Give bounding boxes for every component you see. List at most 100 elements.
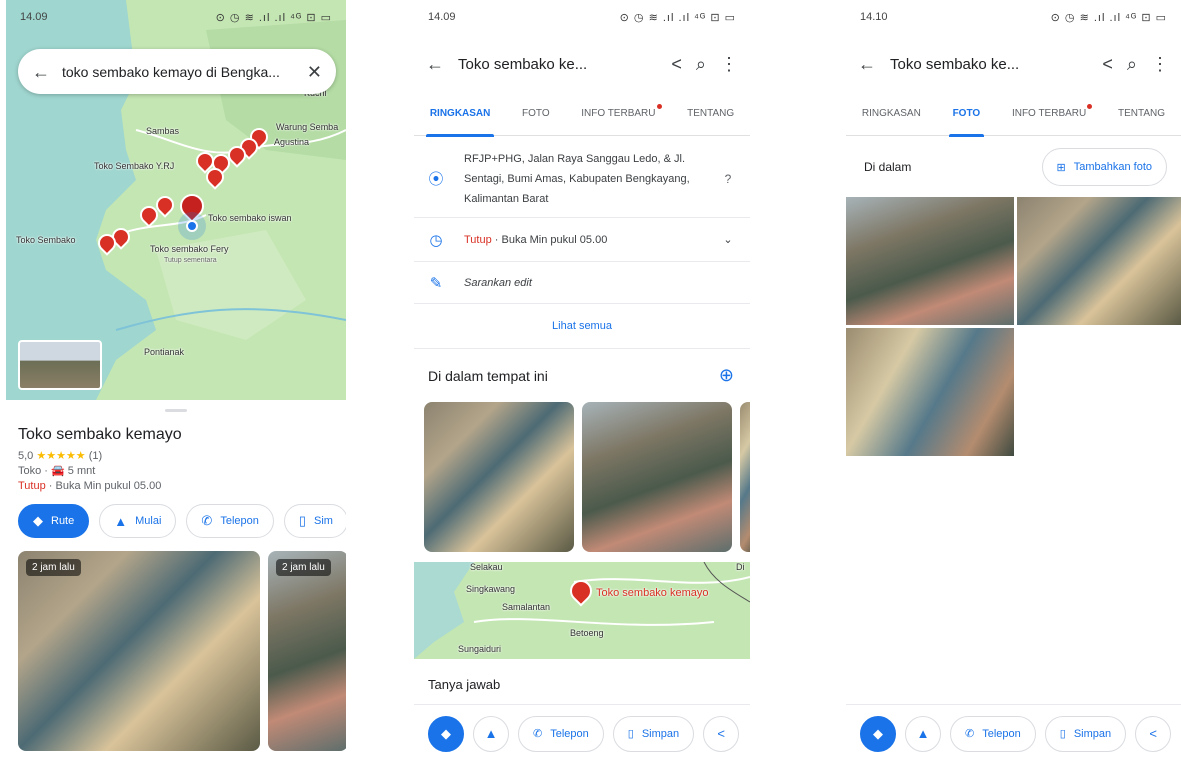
tab-photos[interactable]: FOTO [518,92,554,136]
share-icon: < [1149,726,1157,741]
opening-hours: · Buka Min pukul 05.00 [494,233,608,246]
pencil-icon: ✎ [429,274,443,292]
tab-overview[interactable]: RINGKASAN [858,92,925,136]
search-input[interactable]: toko sembako kemayo di Bengka... [62,64,295,80]
status-icons: ⊙ ◷ ≋ .ıl .ıl ⁴ᴳ ⊡ ▭ [1050,11,1167,24]
gallery-photo[interactable] [846,197,1014,325]
call-button[interactable]: ✆ Telepon [518,715,604,752]
map-label-fery: Toko sembako Fery [150,244,229,254]
status-bar: 14.09 ⊙ ◷ ≋ .ıl .ıl ⁴ᴳ ⊡ ▭ [414,0,750,34]
map-label-edge: Di [736,562,745,572]
screen-place-photos: 14.10 ⊙ ◷ ≋ .ıl .ıl ⁴ᴳ ⊡ ▭ ← Toko sembak… [846,0,1181,762]
save-button[interactable]: ▯ Simpan [1044,715,1127,752]
close-icon[interactable]: ✕ [307,63,322,81]
call-button[interactable]: ✆ Telepon [186,504,274,538]
phone-icon: ✆ [533,728,543,740]
more-vert-icon[interactable]: ⋮ [720,55,738,73]
star-rating-icon: ★★★★★ [36,450,86,462]
start-button[interactable]: ▲ [473,715,509,752]
notification-dot [656,103,662,109]
route-label: Rute [51,515,75,527]
bottom-action-bar: ◆ ▲ ✆ Telepon ▯ Simpan < [414,704,750,762]
search-icon[interactable]: ⌕ [1127,55,1137,73]
suggest-edit-row[interactable]: ✎ Sarankan edit [414,262,750,304]
chevron-down-icon[interactable]: ⌄ [720,233,736,246]
call-label: Telepon [550,727,589,740]
gallery-photo[interactable] [846,328,1014,456]
search-icon[interactable]: ⌕ [696,55,706,73]
suggest-edit-label: Sarankan edit [464,276,532,289]
drive-time: 5 mnt [67,465,96,477]
share-icon[interactable]: < [1102,55,1113,73]
save-label: Sim [314,515,333,527]
call-button[interactable]: ✆ Telepon [950,715,1036,752]
top-app-bar: ← Toko sembako ke... < ⌕ ⋮ [414,44,750,84]
status-icons: ⊙ ◷ ≋ .ıl .ıl ⁴ᴳ ⊡ ▭ [215,11,332,24]
tab-overview[interactable]: RINGKASAN [425,92,495,137]
map-label-fery-status: Tutup sementara [164,257,217,264]
directions-icon: ◆ [441,725,451,741]
call-label: Telepon [220,515,259,527]
map-label-yrj: Toko Sembako Y.RJ [94,161,175,171]
address-row[interactable]: ⦿ RFJP+PHG, Jalan Raya Sanggau Ledo, & J… [414,140,750,218]
more-vert-icon[interactable]: ⋮ [1151,55,1169,73]
phone-icon: ✆ [965,728,975,740]
place-photo[interactable]: 2 jam lalu [268,551,346,751]
map-label-samalantan: Samalantan [502,602,551,612]
share-button[interactable]: < [1135,715,1172,752]
back-arrow-icon[interactable]: ← [32,63,50,81]
start-button[interactable]: ▲ Mulai [99,504,177,538]
tab-bar: RINGKASAN FOTO INFO TERBARU TENTANG [414,92,750,137]
place-photo[interactable] [582,402,732,552]
photo-time-badge: 2 jam lalu [26,559,81,576]
navigation-arrow-icon: ▲ [114,513,128,529]
location-pin-icon: ⦿ [428,171,444,188]
tab-photos[interactable]: FOTO [948,92,985,137]
phone-icon: ✆ [201,513,213,528]
add-photo-button[interactable]: ⊞ Tambahkan foto [1041,148,1167,186]
inside-section-title: Di dalam [864,160,912,174]
search-bar[interactable]: ← toko sembako kemayo di Bengka... ✕ [18,49,336,94]
directions-button[interactable]: ◆ [860,715,896,752]
save-label: Simpan [1073,727,1112,740]
place-photo[interactable]: 2 jam lalu [18,551,260,751]
mini-map[interactable]: Selakau Singkawang Samalantan Toko semba… [414,562,750,659]
add-photo-icon: ⊞ [1056,161,1066,174]
route-button[interactable]: ◆ Rute [18,504,90,538]
add-photo-icon[interactable]: ⊕ [719,366,734,384]
place-photo[interactable] [424,402,574,552]
tab-updates[interactable]: INFO TERBARU [577,92,662,136]
bookmark-icon: ▯ [627,728,634,740]
gallery-photo[interactable] [1017,197,1181,325]
tab-about[interactable]: TENTANG [1114,92,1169,136]
back-arrow-icon[interactable]: ← [858,55,876,73]
tab-updates[interactable]: INFO TERBARU [1008,92,1093,136]
hours-row[interactable]: ◷ Tutup · Buka Min pukul 05.00 ⌄ [414,218,750,262]
place-photo[interactable] [740,402,750,552]
share-icon[interactable]: < [671,55,682,73]
current-location-dot [186,220,198,232]
directions-button[interactable]: ◆ [428,715,464,752]
map-label-top: Selakau [470,562,503,572]
save-button[interactable]: ▯ Sim [283,504,346,538]
map-label-singkawang: Singkawang [466,584,516,594]
map-label-agustina: Agustina [274,137,310,147]
street-view-thumbnail[interactable] [18,340,102,390]
navigation-arrow-icon: ▲ [916,726,930,741]
drag-handle[interactable] [165,409,187,412]
share-icon: < [717,726,725,741]
map-label-iswan: Toko sembako iswan [208,213,292,223]
status-bar: 14.09 ⊙ ◷ ≋ .ıl .ıl ⁴ᴳ ⊡ ▭ [6,0,346,34]
save-button[interactable]: ▯ Simpan [612,715,695,752]
status-time: 14.09 [428,11,456,23]
map-label-warung: Warung Semba [276,122,339,132]
map-label-toko-left: Toko Sembako [16,235,76,245]
start-button[interactable]: ▲ [905,715,941,752]
tab-bar: RINGKASAN FOTO INFO TERBARU TENTANG [846,92,1181,137]
tab-about[interactable]: TENTANG [683,92,738,136]
share-button[interactable]: < [703,715,740,752]
back-arrow-icon[interactable]: ← [426,55,444,73]
help-icon[interactable]: ? [720,172,736,186]
see-all-link[interactable]: Lihat semua [414,320,750,332]
review-count[interactable]: (1) [89,450,102,462]
